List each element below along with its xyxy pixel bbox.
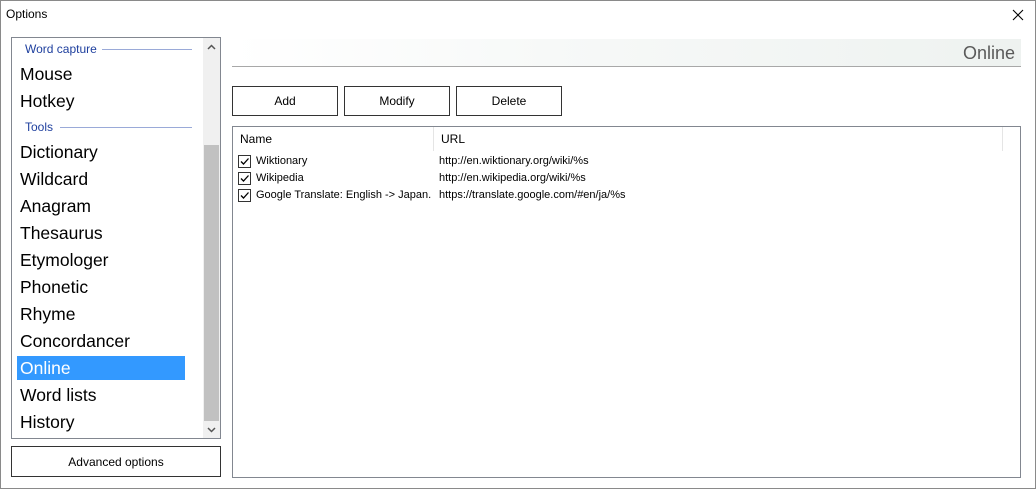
advanced-options-button[interactable]: Advanced options: [11, 446, 221, 477]
row-name: Google Translate: English -> Japan...: [256, 189, 432, 201]
category-list[interactable]: Word capture Mouse Hotkey Tools Dictiona…: [11, 37, 221, 439]
scroll-up-button[interactable]: [203, 38, 220, 55]
delete-button[interactable]: Delete: [456, 86, 562, 116]
category-item-dictionary[interactable]: Dictionary: [17, 140, 185, 164]
category-item-etymologer[interactable]: Etymologer: [17, 248, 185, 272]
window-title: Options: [6, 7, 48, 21]
table-row[interactable]: Google Translate: English -> Japan... ht…: [233, 187, 1018, 204]
row-name: Wiktionary: [256, 155, 308, 167]
category-item-phonetic[interactable]: Phonetic: [17, 275, 185, 299]
add-button[interactable]: Add: [232, 86, 338, 116]
row-url: http://en.wiktionary.org/wiki/%s: [439, 155, 589, 167]
group-divider: [102, 49, 192, 50]
column-divider[interactable]: [1002, 127, 1003, 151]
scroll-down-button[interactable]: [203, 421, 220, 438]
group-header-word-capture: Word capture: [25, 42, 97, 56]
column-header-name[interactable]: Name: [233, 127, 433, 152]
category-item-wildcard[interactable]: Wildcard: [17, 167, 185, 191]
scroll-thumb[interactable]: [204, 145, 219, 421]
row-checkbox[interactable]: [238, 189, 251, 202]
checkmark-icon: [240, 158, 249, 165]
row-name: Wikipedia: [256, 172, 304, 184]
category-item-mouse[interactable]: Mouse: [17, 62, 185, 86]
modify-button[interactable]: Modify: [344, 86, 450, 116]
online-sources-table[interactable]: Name URL Wiktionary http://en.wiktionary…: [232, 126, 1021, 478]
row-url: https://translate.google.com/#en/ja/%s: [439, 189, 626, 201]
category-item-concordancer[interactable]: Concordancer: [17, 329, 185, 353]
checkmark-icon: [240, 175, 249, 182]
row-checkbox[interactable]: [238, 155, 251, 168]
checkmark-icon: [240, 192, 249, 199]
category-item-word-lists[interactable]: Word lists: [17, 383, 185, 407]
group-divider: [60, 127, 192, 128]
category-item-history[interactable]: History: [17, 410, 185, 434]
title-bar: Options: [1, 1, 1035, 29]
close-button[interactable]: [1001, 1, 1035, 28]
section-header: Online: [232, 39, 1021, 67]
category-item-hotkey[interactable]: Hotkey: [17, 89, 185, 113]
section-title: Online: [962, 43, 1015, 63]
row-checkbox[interactable]: [238, 172, 251, 185]
close-icon: [1012, 9, 1024, 20]
category-item-online[interactable]: Online: [17, 356, 185, 380]
category-item-thesaurus[interactable]: Thesaurus: [17, 221, 185, 245]
column-header-url[interactable]: URL: [434, 127, 1002, 152]
chevron-down-icon: [207, 426, 216, 433]
table-row[interactable]: Wikipedia http://en.wikipedia.org/wiki/%…: [233, 170, 1018, 187]
category-scrollbar[interactable]: [203, 38, 220, 438]
group-header-tools: Tools: [25, 120, 54, 134]
category-item-anagram[interactable]: Anagram: [17, 194, 185, 218]
row-url: http://en.wikipedia.org/wiki/%s: [439, 172, 586, 184]
category-item-rhyme[interactable]: Rhyme: [17, 302, 185, 326]
chevron-up-icon: [207, 43, 216, 50]
table-row[interactable]: Wiktionary http://en.wiktionary.org/wiki…: [233, 153, 1018, 170]
